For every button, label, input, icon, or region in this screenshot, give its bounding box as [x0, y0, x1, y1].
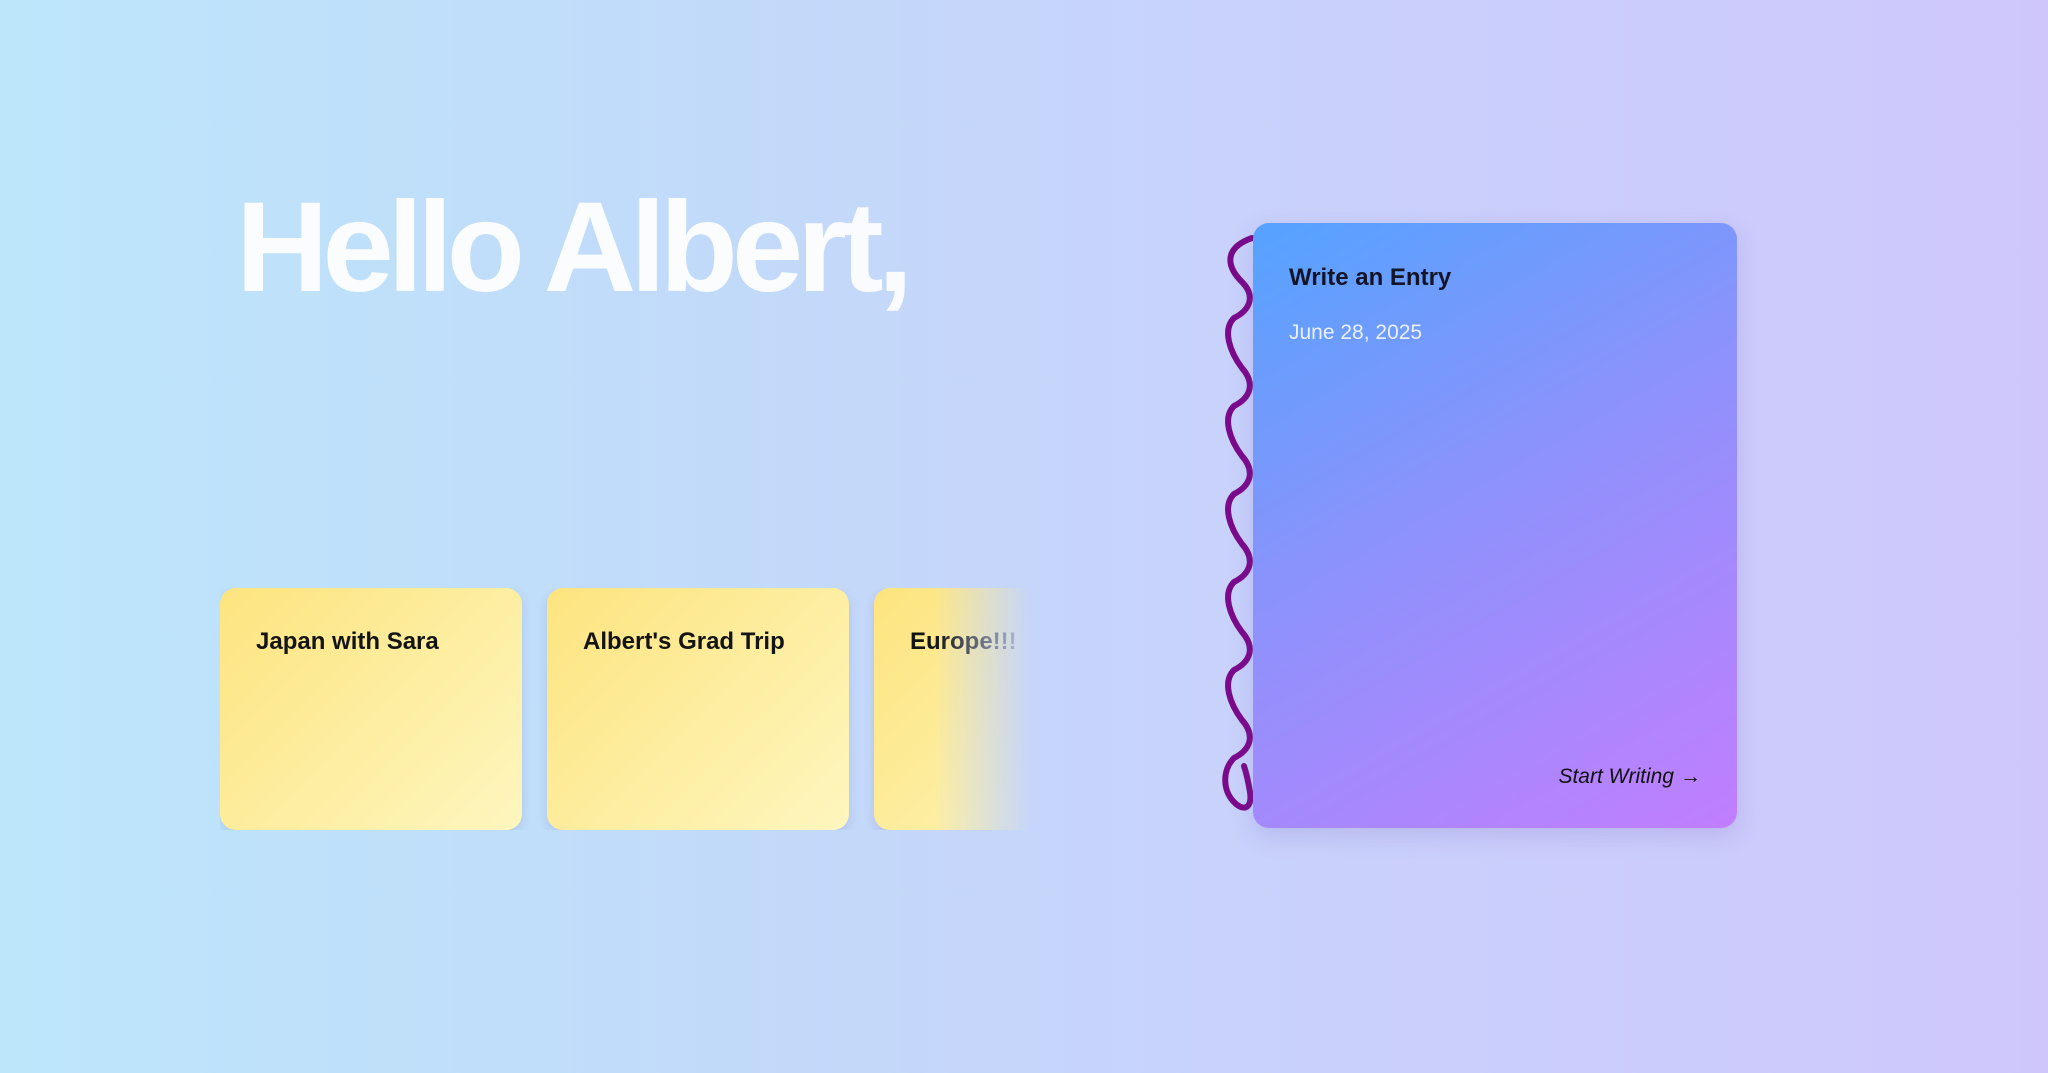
greeting-heading: Hello Albert,: [236, 176, 913, 319]
arrow-right-icon: →: [1680, 765, 1701, 788]
start-writing-button[interactable]: Start Writing →: [1558, 765, 1701, 789]
journal-card-europe[interactable]: Europe!!!: [874, 588, 1032, 830]
journal-title: Europe!!!: [910, 628, 1017, 655]
write-entry-card[interactable]: Write an Entry June 28, 2025 Start Writi…: [1253, 223, 1737, 828]
journal-card-japan[interactable]: Japan with Sara: [220, 588, 522, 830]
journal-title: Japan with Sara: [256, 628, 439, 655]
journal-carousel[interactable]: Japan with Sara Albert's Grad Trip Europ…: [220, 588, 1032, 830]
journal-title: Albert's Grad Trip: [583, 628, 785, 655]
entry-date: June 28, 2025: [1289, 321, 1423, 344]
start-writing-label: Start Writing: [1558, 765, 1674, 788]
journal-card-grad-trip[interactable]: Albert's Grad Trip: [547, 588, 849, 830]
entry-card-title: Write an Entry: [1289, 264, 1452, 291]
